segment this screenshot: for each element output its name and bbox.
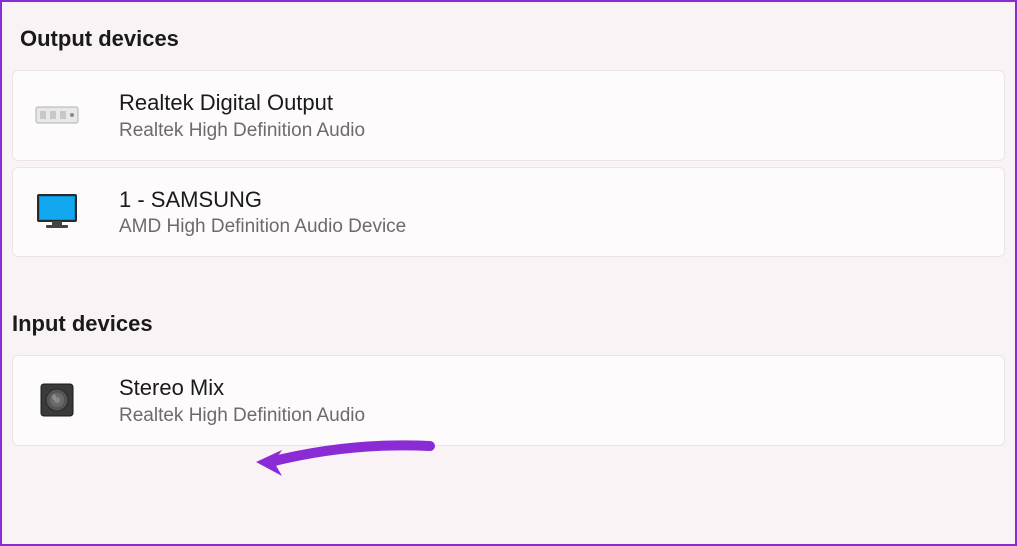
device-subtitle: AMD High Definition Audio Device <box>119 216 406 238</box>
audio-device-icon <box>27 90 87 140</box>
input-devices-header: Input devices <box>2 263 1015 351</box>
speaker-icon <box>27 375 87 425</box>
device-subtitle: Realtek High Definition Audio <box>119 405 365 427</box>
device-title: Stereo Mix <box>119 374 365 403</box>
monitor-icon <box>27 187 87 237</box>
device-text-samsung: 1 - SAMSUNG AMD High Definition Audio De… <box>119 186 406 239</box>
output-devices-header: Output devices <box>2 2 1015 66</box>
device-subtitle: Realtek High Definition Audio <box>119 120 365 142</box>
output-device-realtek[interactable]: Realtek Digital Output Realtek High Defi… <box>12 70 1005 161</box>
output-device-samsung[interactable]: 1 - SAMSUNG AMD High Definition Audio De… <box>12 167 1005 258</box>
device-text-realtek: Realtek Digital Output Realtek High Defi… <box>119 89 365 142</box>
device-text-stereo-mix: Stereo Mix Realtek High Definition Audio <box>119 374 365 427</box>
device-title: 1 - SAMSUNG <box>119 186 406 215</box>
device-title: Realtek Digital Output <box>119 89 365 118</box>
input-device-stereo-mix[interactable]: Stereo Mix Realtek High Definition Audio <box>12 355 1005 446</box>
